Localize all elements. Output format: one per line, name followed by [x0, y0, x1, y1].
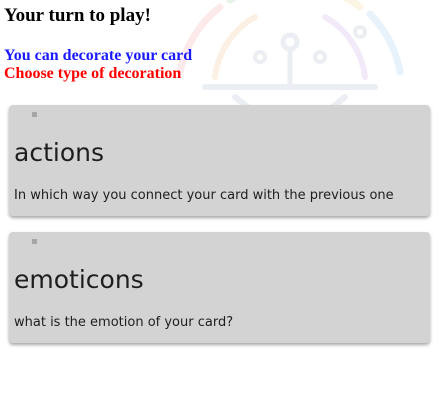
option-title-emoticons: emoticons: [14, 265, 144, 294]
option-description-emoticons: what is the emotion of your card?: [14, 315, 234, 330]
option-card-actions[interactable]: actions In which way you connect your ca…: [9, 105, 430, 216]
card-marker-icon: [32, 112, 37, 117]
page-title: Your turn to play!: [4, 5, 151, 26]
option-title-actions: actions: [14, 138, 104, 167]
option-description-actions: In which way you connect your card with …: [14, 188, 394, 203]
circuit-logo-icon: [176, 0, 404, 120]
option-card-emoticons[interactable]: emoticons what is the emotion of your ca…: [9, 232, 430, 343]
decoration-instruction: Choose type of decoration: [4, 65, 182, 82]
page-subtitle: You can decorate your card: [4, 47, 193, 64]
card-marker-icon: [32, 239, 37, 244]
